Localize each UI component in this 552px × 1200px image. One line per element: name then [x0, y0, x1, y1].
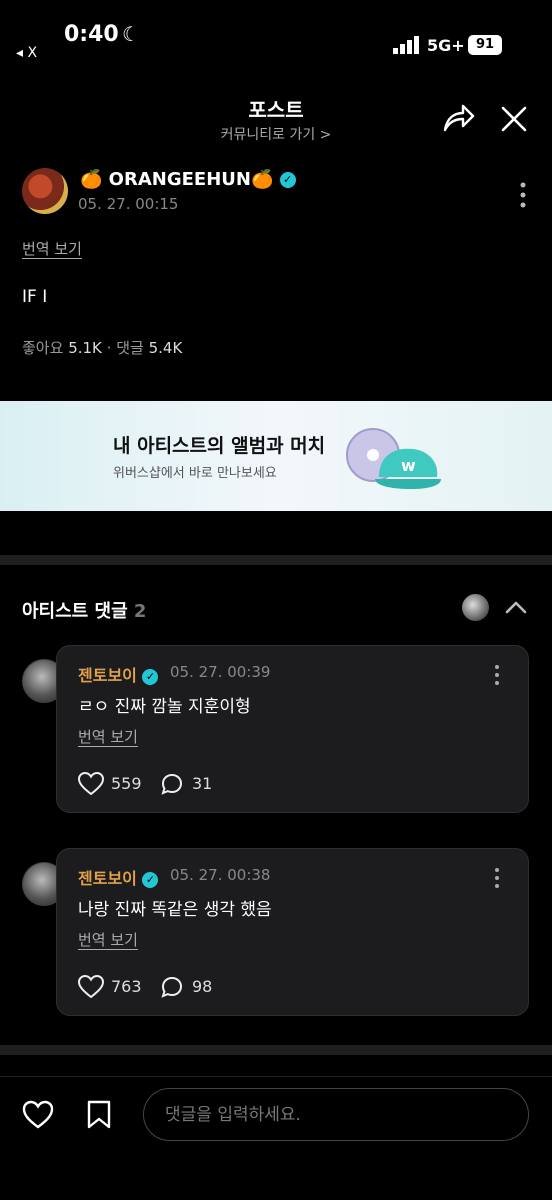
more-options-icon[interactable] [491, 664, 503, 686]
verified-icon: ✓ [142, 668, 159, 685]
more-options-icon[interactable] [491, 867, 503, 889]
post-author-name: 🍊 ORANGEEHUN🍊 [80, 169, 274, 190]
album-merch-icon: w [346, 428, 441, 489]
comment-text: ㄹㅇ 진짜 깜놀 지훈이형 [78, 697, 251, 717]
comment-timestamp: 05. 27. 00:39 [170, 663, 271, 681]
comment-author-name: 젠토보이 [78, 666, 137, 685]
reply-count: 98 [192, 977, 213, 996]
artist-comments-count: 2 [133, 601, 147, 622]
comment-translate-link[interactable]: 번역 보기 [78, 726, 138, 747]
close-icon[interactable] [497, 102, 531, 136]
signal-icon [393, 36, 419, 54]
moon-icon: ☾ [122, 22, 140, 46]
comment-translate-link[interactable]: 번역 보기 [78, 929, 138, 950]
chevron-up-icon[interactable] [503, 596, 529, 618]
post-author[interactable]: 🍊 ORANGEEHUN🍊 ✓ [80, 169, 296, 190]
heart-icon[interactable] [78, 772, 104, 796]
back-to-app-button[interactable]: ◂ X [16, 45, 37, 61]
comments-count: 5.4K [148, 339, 183, 357]
comment-author[interactable]: 젠토보이 ✓ [78, 865, 159, 889]
bookmark-icon[interactable] [86, 1100, 112, 1130]
comment-timestamp: 05. 27. 00:38 [170, 866, 271, 884]
comment-text: 나랑 진짜 똑같은 생각 했음 [78, 900, 272, 920]
comment-input[interactable] [143, 1088, 529, 1141]
banner-title: 내 아티스트의 앨범과 머치 [113, 435, 326, 457]
verified-icon: ✓ [279, 172, 296, 188]
post-stats: 좋아요 5.1K · 댓글 5.4K [22, 337, 182, 358]
like-count: 763 [111, 977, 142, 996]
author-avatar[interactable] [22, 168, 68, 214]
artist-avatar [462, 594, 489, 621]
heart-icon[interactable] [78, 975, 104, 999]
battery-icon: 91 [468, 35, 502, 55]
heart-icon[interactable] [22, 1100, 54, 1130]
verified-icon: ✓ [142, 871, 159, 888]
post-timestamp: 05. 27. 00:15 [78, 195, 179, 213]
comment-author-name: 젠토보이 [78, 869, 137, 888]
artist-comments-label: 아티스트 댓글 [22, 601, 128, 622]
more-options-icon[interactable] [515, 180, 531, 210]
likes-count: 5.1K [68, 339, 102, 357]
comment-card: 젠토보이 ✓ 05. 27. 00:39 ㄹㅇ 진짜 깜놀 지훈이형 번역 보기… [56, 645, 529, 813]
post-translate-link[interactable]: 번역 보기 [22, 238, 82, 259]
reply-count: 31 [192, 774, 213, 793]
post-body: IF I [22, 287, 48, 307]
banner-subtitle: 위버스샵에서 바로 만나보세요 [113, 466, 277, 481]
status-time: 0:40 [64, 22, 119, 47]
likes-label: 좋아요 [22, 339, 64, 357]
bottom-bar-border [0, 1076, 552, 1077]
network-label: 5G+ [427, 36, 465, 55]
comment-card: 젠토보이 ✓ 05. 27. 00:38 나랑 진짜 똑같은 생각 했음 번역 … [56, 848, 529, 1016]
shop-banner[interactable]: 내 아티스트의 앨범과 머치 위버스샵에서 바로 만나보세요 w [0, 401, 552, 511]
section-divider [0, 555, 552, 565]
comments-label: 댓글 [116, 339, 144, 357]
reply-icon[interactable] [161, 976, 183, 998]
like-count: 559 [111, 774, 142, 793]
status-bar: 0:40 ☾ ◂ X 5G+ 91 [0, 0, 552, 80]
svg-text:w: w [401, 456, 416, 475]
section-divider [0, 1045, 552, 1055]
artist-comments-title: 아티스트 댓글 2 [22, 597, 146, 623]
reply-icon[interactable] [161, 773, 183, 795]
share-icon[interactable] [440, 100, 476, 136]
stats-separator: · [106, 339, 117, 357]
comment-author[interactable]: 젠토보이 ✓ [78, 662, 159, 686]
